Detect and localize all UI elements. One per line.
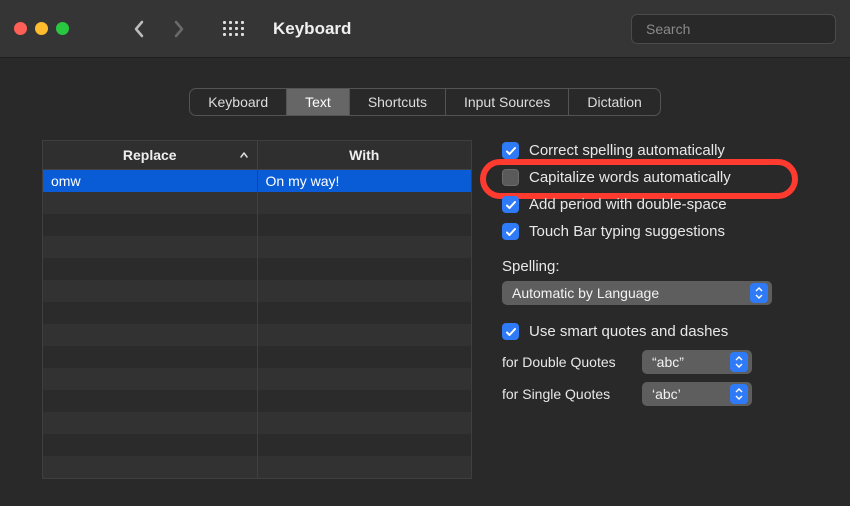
correct-spelling-row: Correct spelling automatically [502, 142, 808, 159]
single-quotes-value: ‘abc’ [652, 386, 681, 402]
replacements-table[interactable]: Replace With omw On my way! [42, 140, 472, 479]
touch-bar-row: Touch Bar typing suggestions [502, 223, 808, 240]
smart-quotes-checkbox[interactable] [502, 323, 519, 340]
table-row[interactable] [43, 456, 471, 478]
nav-arrows [119, 14, 199, 44]
sort-caret-icon [239, 147, 249, 163]
table-row[interactable] [43, 236, 471, 258]
add-period-row: Add period with double-space [502, 196, 808, 213]
window-title: Keyboard [273, 19, 351, 39]
cell-with[interactable]: On my way! [258, 170, 472, 192]
tab-shortcuts[interactable]: Shortcuts [350, 89, 446, 115]
tabs: Keyboard Text Shortcuts Input Sources Di… [189, 88, 661, 116]
tab-text[interactable]: Text [287, 89, 350, 115]
forward-button[interactable] [159, 14, 199, 44]
table-row[interactable] [43, 258, 471, 280]
table-row[interactable] [43, 346, 471, 368]
table-row[interactable] [43, 412, 471, 434]
tab-input-sources[interactable]: Input Sources [446, 89, 569, 115]
double-quotes-label: for Double Quotes [502, 354, 632, 370]
tab-dictation[interactable]: Dictation [569, 89, 659, 115]
chevron-updown-icon [730, 352, 748, 372]
correct-spelling-label: Correct spelling automatically [529, 142, 725, 159]
col-replace-label: Replace [123, 147, 177, 163]
touch-bar-checkbox[interactable] [502, 223, 519, 240]
table-row[interactable] [43, 390, 471, 412]
table-row[interactable] [43, 302, 471, 324]
search-field[interactable] [631, 14, 836, 44]
table-row[interactable] [43, 368, 471, 390]
add-period-label: Add period with double-space [529, 196, 727, 213]
capitalize-checkbox[interactable] [502, 169, 519, 186]
col-with-label: With [349, 147, 379, 163]
grid-icon [223, 21, 244, 36]
table-row[interactable] [43, 324, 471, 346]
options-panel: Correct spelling automatically Capitaliz… [502, 140, 808, 414]
table-row[interactable] [43, 434, 471, 456]
spelling-section-label: Spelling: [502, 258, 808, 275]
col-with[interactable]: With [258, 141, 472, 169]
show-all-button[interactable] [213, 14, 253, 44]
back-button[interactable] [119, 14, 159, 44]
titlebar: Keyboard [0, 0, 850, 58]
spelling-select-value: Automatic by Language [512, 285, 659, 301]
cell-replace[interactable]: omw [43, 170, 258, 192]
table-row[interactable] [43, 280, 471, 302]
search-input[interactable] [646, 21, 827, 37]
single-quotes-select[interactable]: ‘abc’ [642, 382, 752, 406]
capitalize-label: Capitalize words automatically [529, 169, 731, 186]
window-controls [14, 22, 69, 35]
touch-bar-label: Touch Bar typing suggestions [529, 223, 725, 240]
correct-spelling-checkbox[interactable] [502, 142, 519, 159]
single-quotes-label: for Single Quotes [502, 386, 632, 402]
spelling-select[interactable]: Automatic by Language [502, 281, 772, 305]
tab-keyboard[interactable]: Keyboard [190, 89, 287, 115]
minimize-window-button[interactable] [35, 22, 48, 35]
col-replace[interactable]: Replace [43, 141, 258, 169]
smart-quotes-label: Use smart quotes and dashes [529, 323, 728, 340]
table-row[interactable]: omw On my way! [43, 170, 471, 192]
chevron-updown-icon [730, 384, 748, 404]
double-quotes-value: “abc” [652, 354, 684, 370]
zoom-window-button[interactable] [56, 22, 69, 35]
close-window-button[interactable] [14, 22, 27, 35]
chevron-updown-icon [750, 283, 768, 303]
table-row[interactable] [43, 214, 471, 236]
add-period-checkbox[interactable] [502, 196, 519, 213]
double-quotes-select[interactable]: “abc” [642, 350, 752, 374]
capitalize-row: Capitalize words automatically [502, 169, 808, 186]
table-row[interactable] [43, 192, 471, 214]
smart-quotes-row: Use smart quotes and dashes [502, 323, 808, 340]
table-header: Replace With [43, 141, 471, 170]
